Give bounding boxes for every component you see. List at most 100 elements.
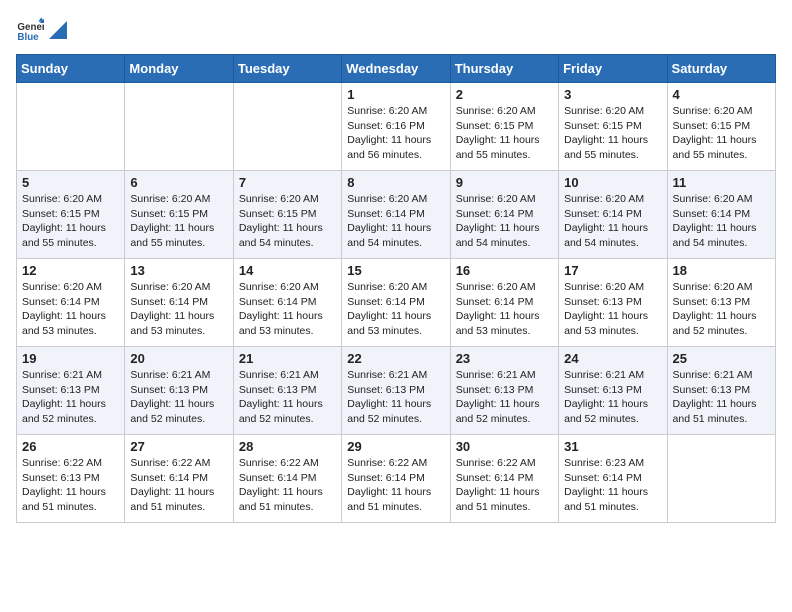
day-number: 12 [22,263,119,278]
calendar-cell: 29Sunrise: 6:22 AMSunset: 6:14 PMDayligh… [342,435,450,523]
calendar-cell [125,83,233,171]
day-number: 22 [347,351,444,366]
calendar-cell: 23 Sunrise: 6:21 AMSunset: 6:13 PMDayligh… [450,347,558,435]
day-info: Sunrise: 6:23 AMSunset: 6:14 PMDaylight:… [564,456,661,515]
calendar-header-row: SundayMondayTuesdayWednesdayThursdayFrid… [17,55,776,83]
calendar-header-wednesday: Wednesday [342,55,450,83]
day-info: Sunrise: 6:20 AMSunset: 6:14 PMDaylight:… [564,192,661,251]
day-number: 27 [130,439,227,454]
calendar-cell: 24 Sunrise: 6:21 AMSunset: 6:13 PMDayligh… [559,347,667,435]
calendar-cell: 6 Sunrise: 6:20 AMSunset: 6:15 PMDaylight… [125,171,233,259]
calendar-cell: 30 Sunrise: 6:22 AMSunset: 6:14 PMDayligh… [450,435,558,523]
day-number: 20 [130,351,227,366]
page-header: General Blue [16,16,776,44]
calendar-cell: 17 Sunrise: 6:20 AMSunset: 6:13 PMDayligh… [559,259,667,347]
calendar-cell: 18 Sunrise: 6:20 AMSunset: 6:13 PMDayligh… [667,259,775,347]
calendar-table: SundayMondayTuesdayWednesdayThursdayFrid… [16,54,776,523]
logo-icon: General Blue [16,16,44,44]
day-number: 14 [239,263,336,278]
day-info: Sunrise: 6:21 AMSunset: 6:13 PMDaylight:… [130,368,227,427]
calendar-cell: 12 Sunrise: 6:20 AMSunset: 6:14 PMDayligh… [17,259,125,347]
day-info: Sunrise: 6:21 AMSunset: 6:13 PMDaylight:… [564,368,661,427]
calendar-cell: 8Sunrise: 6:20 AMSunset: 6:14 PMDaylight… [342,171,450,259]
day-number: 26 [22,439,119,454]
day-info: Sunrise: 6:20 AMSunset: 6:13 PMDaylight:… [564,280,661,339]
day-info: Sunrise: 6:22 AMSunset: 6:14 PMDaylight:… [456,456,553,515]
calendar-cell: 31 Sunrise: 6:23 AMSunset: 6:14 PMDayligh… [559,435,667,523]
day-info: Sunrise: 6:20 AMSunset: 6:13 PMDaylight:… [673,280,770,339]
calendar-cell: 10 Sunrise: 6:20 AMSunset: 6:14 PMDayligh… [559,171,667,259]
day-number: 7 [239,175,336,190]
calendar-cell: 25Sunrise: 6:21 AMSunset: 6:13 PMDayligh… [667,347,775,435]
calendar-cell: 1Sunrise: 6:20 AMSunset: 6:16 PMDaylight… [342,83,450,171]
day-number: 18 [673,263,770,278]
calendar-week-row: 5Sunrise: 6:20 AMSunset: 6:15 PMDaylight… [17,171,776,259]
day-info: Sunrise: 6:20 AMSunset: 6:14 PMDaylight:… [22,280,119,339]
logo: General Blue [16,16,68,44]
calendar-cell: 9Sunrise: 6:20 AMSunset: 6:14 PMDaylight… [450,171,558,259]
day-info: Sunrise: 6:22 AMSunset: 6:14 PMDaylight:… [130,456,227,515]
day-number: 16 [456,263,553,278]
day-info: Sunrise: 6:20 AMSunset: 6:15 PMDaylight:… [564,104,661,163]
calendar-cell: 26Sunrise: 6:22 AMSunset: 6:13 PMDayligh… [17,435,125,523]
day-info: Sunrise: 6:20 AMSunset: 6:14 PMDaylight:… [239,280,336,339]
day-number: 2 [456,87,553,102]
day-info: Sunrise: 6:20 AMSunset: 6:15 PMDaylight:… [239,192,336,251]
day-number: 6 [130,175,227,190]
day-info: Sunrise: 6:20 AMSunset: 6:14 PMDaylight:… [347,280,444,339]
svg-text:Blue: Blue [17,32,39,43]
calendar-cell: 16Sunrise: 6:20 AMSunset: 6:14 PMDayligh… [450,259,558,347]
day-number: 15 [347,263,444,278]
calendar-cell: 4Sunrise: 6:20 AMSunset: 6:15 PMDaylight… [667,83,775,171]
calendar-cell: 3 Sunrise: 6:20 AMSunset: 6:15 PMDaylight… [559,83,667,171]
day-info: Sunrise: 6:20 AMSunset: 6:14 PMDaylight:… [347,192,444,251]
day-number: 31 [564,439,661,454]
calendar-cell: 2 Sunrise: 6:20 AMSunset: 6:15 PMDaylight… [450,83,558,171]
day-info: Sunrise: 6:20 AMSunset: 6:14 PMDaylight:… [673,192,770,251]
day-info: Sunrise: 6:21 AMSunset: 6:13 PMDaylight:… [673,368,770,427]
day-number: 11 [673,175,770,190]
day-info: Sunrise: 6:22 AMSunset: 6:14 PMDaylight:… [239,456,336,515]
day-number: 17 [564,263,661,278]
calendar-header-friday: Friday [559,55,667,83]
day-number: 10 [564,175,661,190]
calendar-cell: 7 Sunrise: 6:20 AMSunset: 6:15 PMDaylight… [233,171,341,259]
day-number: 13 [130,263,227,278]
calendar-cell: 13Sunrise: 6:20 AMSunset: 6:14 PMDayligh… [125,259,233,347]
day-info: Sunrise: 6:21 AMSunset: 6:13 PMDaylight:… [22,368,119,427]
calendar-cell [17,83,125,171]
day-info: Sunrise: 6:20 AMSunset: 6:15 PMDaylight:… [673,104,770,163]
day-number: 1 [347,87,444,102]
calendar-cell: 19 Sunrise: 6:21 AMSunset: 6:13 PMDayligh… [17,347,125,435]
day-info: Sunrise: 6:20 AMSunset: 6:15 PMDaylight:… [456,104,553,163]
calendar-week-row: 26Sunrise: 6:22 AMSunset: 6:13 PMDayligh… [17,435,776,523]
day-number: 3 [564,87,661,102]
day-number: 19 [22,351,119,366]
calendar-header-saturday: Saturday [667,55,775,83]
day-number: 23 [456,351,553,366]
calendar-header-monday: Monday [125,55,233,83]
calendar-cell: 21 Sunrise: 6:21 AMSunset: 6:13 PMDayligh… [233,347,341,435]
calendar-cell: 14 Sunrise: 6:20 AMSunset: 6:14 PMDayligh… [233,259,341,347]
calendar-cell [233,83,341,171]
calendar-header-sunday: Sunday [17,55,125,83]
calendar-header-tuesday: Tuesday [233,55,341,83]
calendar-cell: 27 Sunrise: 6:22 AMSunset: 6:14 PMDayligh… [125,435,233,523]
calendar-header-thursday: Thursday [450,55,558,83]
calendar-cell: 15 Sunrise: 6:20 AMSunset: 6:14 PMDayligh… [342,259,450,347]
day-info: Sunrise: 6:21 AMSunset: 6:13 PMDaylight:… [456,368,553,427]
day-info: Sunrise: 6:22 AMSunset: 6:14 PMDaylight:… [347,456,444,515]
day-number: 24 [564,351,661,366]
calendar-cell [667,435,775,523]
day-number: 28 [239,439,336,454]
day-info: Sunrise: 6:20 AMSunset: 6:15 PMDaylight:… [22,192,119,251]
day-info: Sunrise: 6:21 AMSunset: 6:13 PMDaylight:… [347,368,444,427]
calendar-cell: 20 Sunrise: 6:21 AMSunset: 6:13 PMDayligh… [125,347,233,435]
day-number: 30 [456,439,553,454]
calendar-cell: 22 Sunrise: 6:21 AMSunset: 6:13 PMDayligh… [342,347,450,435]
day-info: Sunrise: 6:20 AMSunset: 6:15 PMDaylight:… [130,192,227,251]
day-number: 21 [239,351,336,366]
day-info: Sunrise: 6:21 AMSunset: 6:13 PMDaylight:… [239,368,336,427]
calendar-cell: 5Sunrise: 6:20 AMSunset: 6:15 PMDaylight… [17,171,125,259]
calendar-cell: 28 Sunrise: 6:22 AMSunset: 6:14 PMDayligh… [233,435,341,523]
